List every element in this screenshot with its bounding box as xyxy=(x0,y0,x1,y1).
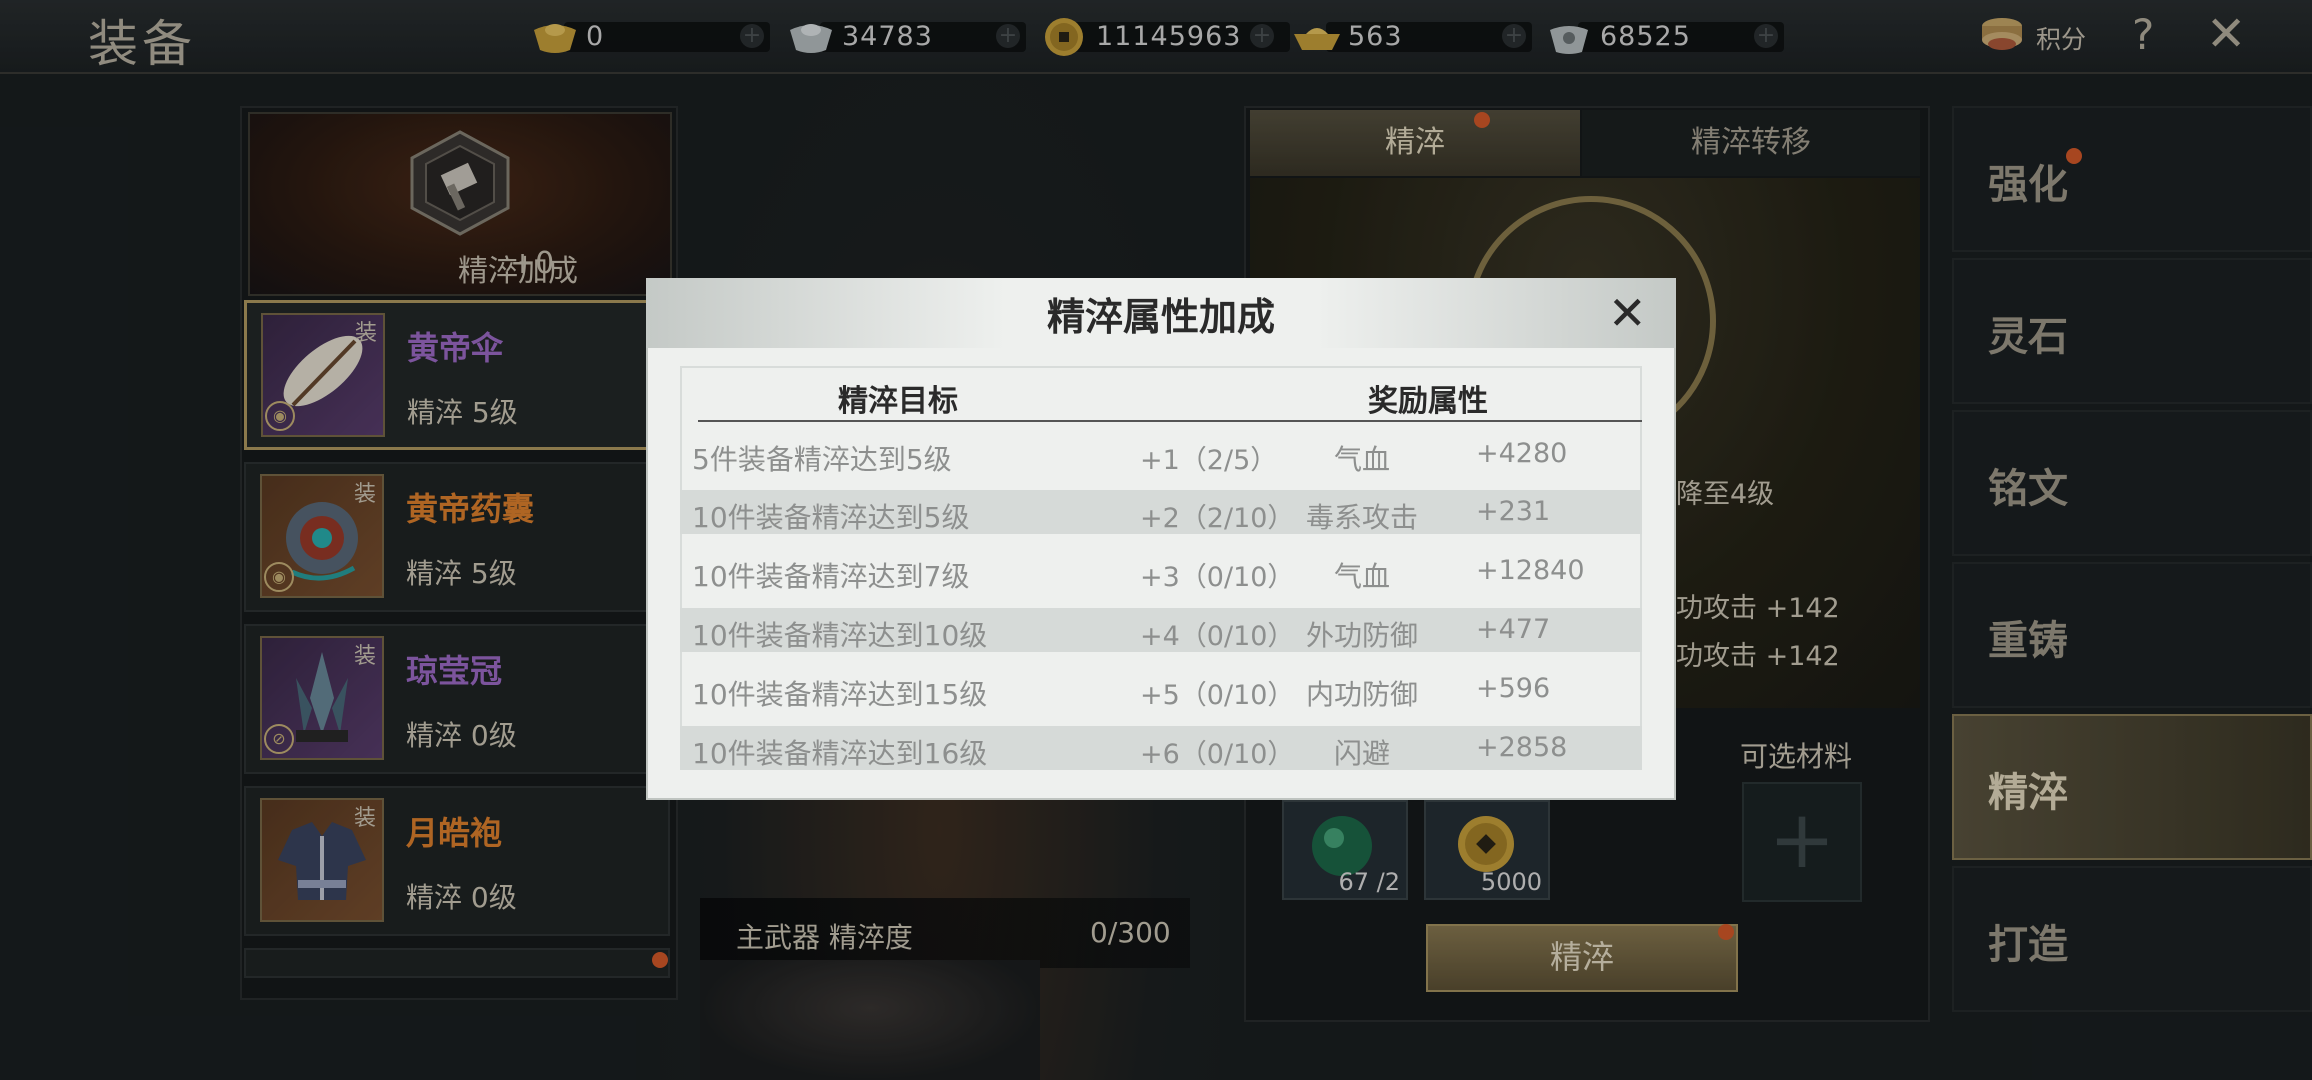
table-row: 10件装备精淬达到7级 +3（0/10） 气血 +12840 xyxy=(680,549,1642,593)
column-header-reward: 奖励属性 xyxy=(1368,384,1488,419)
row-attribute: 外功防御 xyxy=(1305,619,1418,652)
row-attribute: 内功防御 xyxy=(1305,678,1418,711)
row-value: +4280 xyxy=(1476,438,1568,469)
row-target: 10件装备精淬达到16级 xyxy=(692,737,988,770)
row-target: 10件装备精淬达到7级 xyxy=(692,560,970,593)
row-target: 10件装备精淬达到10级 xyxy=(692,619,988,652)
dialog-title: 精淬属性加成 xyxy=(1046,295,1275,339)
row-progress: +1（2/5） xyxy=(1140,445,1278,476)
table-row: 10件装备精淬达到10级 +4（0/10） 外功防御 +477 xyxy=(680,608,1642,652)
table-header xyxy=(680,366,1642,422)
row-attribute: 气血 xyxy=(1333,443,1390,476)
row-attribute: 气血 xyxy=(1333,560,1390,593)
column-header-target: 精淬目标 xyxy=(838,384,958,419)
row-target: 10件装备精淬达到5级 xyxy=(692,501,970,534)
row-attribute: 毒系攻击 xyxy=(1305,501,1418,534)
row-value: +596 xyxy=(1476,673,1551,704)
row-value: +2858 xyxy=(1476,732,1568,763)
row-value: +231 xyxy=(1476,496,1551,527)
row-target: 5件装备精淬达到5级 xyxy=(692,443,952,476)
row-attribute: 闪避 xyxy=(1333,737,1390,770)
table-row: 10件装备精淬达到15级 +5（0/10） 内功防御 +596 xyxy=(680,667,1642,711)
table-row: 10件装备精淬达到5级 +2（2/10） 毒系攻击 +231 xyxy=(680,490,1642,534)
close-icon[interactable]: ✕ xyxy=(1608,286,1647,340)
table-row: 5件装备精淬达到5级 +1（2/5） 气血 +4280 xyxy=(680,432,1642,476)
row-value: +477 xyxy=(1476,614,1551,645)
header-divider xyxy=(698,420,1642,422)
row-target: 10件装备精淬达到15级 xyxy=(692,678,988,711)
row-value: +12840 xyxy=(1476,555,1585,586)
table-row: 10件装备精淬达到16级 +6（0/10） 闪避 +2858 xyxy=(680,726,1642,770)
